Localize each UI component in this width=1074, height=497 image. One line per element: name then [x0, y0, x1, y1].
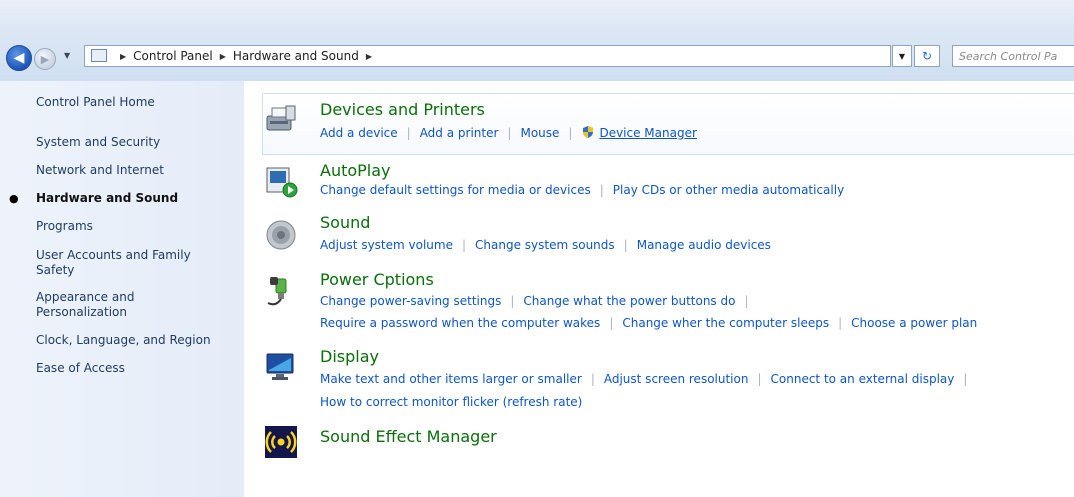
link-separator: | [744, 294, 749, 308]
category-link-row: Make text and other items larger or smal… [320, 372, 976, 386]
link-change-default-settings-for-media-or-devices[interactable]: Change default settings for media or dev… [320, 183, 591, 197]
sidebar-item-label: Clock, Language, and Region [36, 333, 211, 347]
breadcrumb-hardware-and-sound[interactable]: Hardware and Sound [233, 49, 359, 63]
current-bullet-icon: ● [9, 192, 19, 205]
search-input[interactable] [952, 45, 1074, 67]
link-separator: | [757, 372, 762, 386]
link-change-what-the-power-buttons-do[interactable]: Change what the power buttons do [523, 294, 735, 308]
sidebar-item-label: Network and Internet [36, 163, 164, 177]
navigation-bar: ◀ ▶ ▼ ▶ Control Panel ▶ Hardware and Sou… [0, 33, 1074, 81]
link-change-wher-the-computer-sleeps[interactable]: Change wher the computer sleeps [622, 316, 829, 330]
link-separator: | [963, 372, 968, 386]
sidebar-item-label: System and Security [36, 135, 161, 149]
link-add-a-printer[interactable]: Add a printer [420, 126, 499, 140]
link-separator: | [609, 316, 614, 330]
breadcrumb-control-panel[interactable]: Control Panel [133, 49, 213, 63]
link-separator: | [623, 238, 628, 252]
category-link-row: Adjust system volume | Change system sound… [320, 238, 771, 252]
sidebar-item-network-and-internet[interactable]: Network and Internet [36, 163, 236, 178]
link-change-power-saving-settings[interactable]: Change power-saving settings [320, 294, 501, 308]
sidebar-item-control-panel-home[interactable]: Control Panel Home [36, 95, 236, 110]
title-bar [0, 0, 1074, 33]
breadcrumb-arrow-icon[interactable]: ▶ [220, 52, 226, 61]
link-adjust-system-volume[interactable]: Adjust system volume [320, 238, 453, 252]
link-change-system-sounds[interactable]: Change system sounds [475, 238, 615, 252]
category-title-display[interactable]: Display [320, 347, 379, 366]
speaker-icon[interactable] [264, 218, 298, 252]
link-separator: | [510, 294, 515, 308]
link-separator: | [568, 125, 573, 140]
category-title-autoplay[interactable]: AutoPlay [320, 161, 391, 180]
sidebar-item-label: Hardware and Sound [36, 191, 179, 205]
category-title-devices-and-printers[interactable]: Devices and Printers [320, 100, 485, 119]
link-choose-a-power-plan[interactable]: Choose a power plan [851, 316, 977, 330]
recent-pages-dropdown-icon[interactable]: ▼ [64, 51, 70, 60]
sidebar-item-label: Programs [36, 219, 93, 233]
sidebar-item-ease-of-access[interactable]: Ease of Access [36, 361, 236, 376]
link-make-text-and-other-items-larger-or-smaller[interactable]: Make text and other items larger or smal… [320, 372, 582, 386]
link-adjust-screen-resolution[interactable]: Adjust screen resolution [604, 372, 749, 386]
control-panel-icon [91, 49, 107, 62]
uac-shield-icon [581, 125, 599, 140]
link-separator: | [406, 125, 411, 140]
link-manage-audio-devices[interactable]: Manage audio devices [637, 238, 771, 252]
address-bar[interactable]: ▶ Control Panel ▶ Hardware and Sound ▶ [84, 45, 891, 67]
link-connect-to-an-external-display[interactable]: Connect to an external display [771, 372, 955, 386]
link-separator: | [507, 125, 512, 140]
refresh-icon[interactable]: ↻ [914, 45, 940, 67]
sidebar-item-hardware-and-sound: ● Hardware and Sound [9, 191, 236, 206]
link-device-manager[interactable]: Device Manager [599, 126, 696, 140]
sidebar-item-user-accounts-and-family-safety[interactable]: User Accounts and Family Safety [36, 248, 236, 278]
category-title-power-cptions[interactable]: Power Cptions [320, 270, 434, 289]
sidebar-item-programs[interactable]: Programs [36, 219, 236, 234]
sidebar-item-clock-language-and-region[interactable]: Clock, Language, and Region [36, 333, 236, 348]
link-add-a-device[interactable]: Add a device [320, 126, 398, 140]
category-link-row: How to correct monitor flicker (refresh … [320, 395, 582, 409]
power-icon[interactable] [264, 275, 298, 309]
link-play-cds-or-other-media-automatically[interactable]: Play CDs or other media automatically [613, 183, 844, 197]
category-link-row: Add a device | Add a printer | Mouse | Device … [320, 125, 697, 140]
sidebar-item-label: User Accounts and Family Safety [36, 248, 191, 277]
link-separator: | [461, 238, 467, 252]
address-dropdown-icon[interactable]: ▼ [892, 45, 912, 67]
sidebar-item-label: Ease of Access [36, 361, 125, 375]
category-link-row: Change default settings for media or dev… [320, 183, 844, 197]
link-separator: | [590, 372, 595, 386]
sidebar-item-label: Appearance and Personalization [36, 290, 135, 319]
link-separator: | [599, 183, 604, 197]
link-separator: | [838, 316, 843, 330]
breadcrumb-arrow-icon[interactable]: ▶ [120, 52, 126, 61]
category-title-sound-effect-manager[interactable]: Sound Effect Manager [320, 427, 497, 446]
back-button[interactable]: ◀ [6, 45, 32, 71]
breadcrumb: ▶ Control Panel ▶ Hardware and Sound ▶ [113, 49, 379, 63]
category-link-row: Require a password when the computer wak… [320, 316, 977, 330]
display-icon[interactable] [264, 350, 298, 384]
link-require-a-password-when-the-computer-wakes[interactable]: Require a password when the computer wak… [320, 316, 600, 330]
sidebar-item-label: Control Panel Home [36, 95, 155, 109]
autoplay-icon[interactable] [264, 164, 298, 198]
printer-icon[interactable] [264, 102, 298, 136]
forward-button[interactable]: ▶ [34, 48, 56, 70]
link-how-to-correct-monitor-flicker-refresh-rate[interactable]: How to correct monitor flicker (refresh … [320, 395, 582, 409]
category-title-sound[interactable]: Sound [320, 213, 370, 232]
category-link-row: Change power-saving settings | Change what… [320, 294, 758, 308]
sidebar-item-appearance-and-personalization[interactable]: Appearance and Personalization [36, 290, 236, 320]
sound-effect-icon[interactable] [264, 425, 298, 459]
breadcrumb-arrow-icon[interactable]: ▶ [366, 52, 372, 61]
link-mouse[interactable]: Mouse [520, 126, 559, 140]
sidebar-item-system-and-security[interactable]: System and Security [36, 135, 236, 150]
